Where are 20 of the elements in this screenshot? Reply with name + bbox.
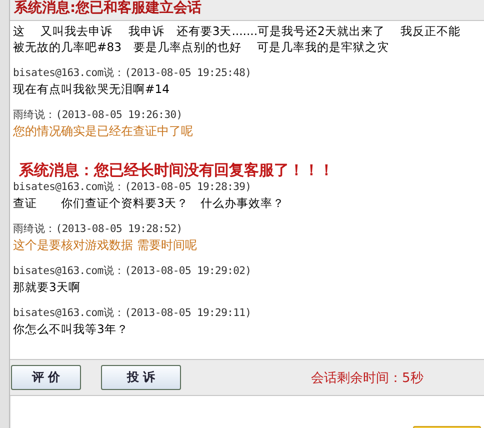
- banner-message: 系统消息:您已和客服建立会话: [13, 0, 203, 16]
- message-text: 查证 你们查证个资料要3天？ 什么办事效率？: [13, 195, 284, 211]
- reply-text: 这个是要核对游戏数据 需要时间呢: [13, 237, 197, 253]
- reply-text: 您的情况确实是已经在查证中了呢: [13, 123, 193, 139]
- message-header: bisates@163.com说：(2013-08-05 19:28:39): [13, 180, 252, 195]
- message-header: 雨绮说：(2013-08-05 19:26:30): [13, 108, 182, 123]
- message-text: 现在有点叫我欲哭无泪啊#14: [13, 81, 170, 97]
- message-text: 那就要3天啊: [13, 279, 80, 295]
- complaint-button[interactable]: 投 诉: [101, 365, 181, 390]
- message-header: bisates@163.com说：(2013-08-05 19:25:48): [13, 66, 252, 81]
- message-input[interactable]: [11, 396, 484, 428]
- rate-button[interactable]: 评 价: [11, 365, 81, 390]
- message-header: bisates@163.com说：(2013-08-05 19:29:02): [13, 264, 252, 279]
- system-message: 系统消息：您已经长时间没有回复客服了！！！: [19, 161, 334, 179]
- message-text: 你怎么不叫我等3年？: [13, 321, 128, 337]
- message-text: 被无故的几率吧#83 要是几率点别的也好 可是几率我的是牢狱之灾: [13, 39, 390, 55]
- session-timer: 会话剩余时间：5秒: [311, 370, 424, 386]
- message-header: bisates@163.com说：(2013-08-05 19:29:11): [13, 306, 252, 321]
- message-text: 这 又叫我去申诉 我申诉 还有要3天.......可是我号还2天就出来了 我反正不能: [13, 23, 461, 39]
- message-header: 雨绮说：(2013-08-05 19:28:52): [13, 222, 182, 237]
